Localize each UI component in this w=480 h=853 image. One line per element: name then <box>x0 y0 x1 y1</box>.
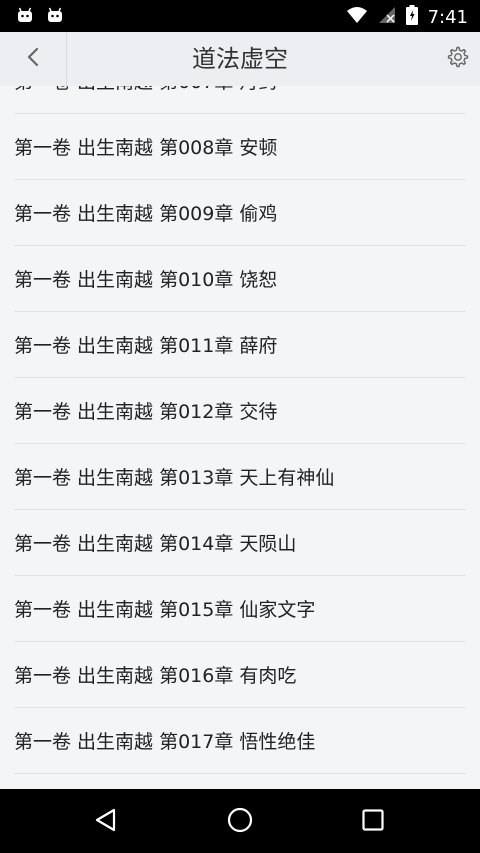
settings-button[interactable] <box>442 43 474 75</box>
triangle-back-icon <box>93 807 119 837</box>
chapter-label: 第一卷 出生南越 第008章 安顿 <box>14 137 278 159</box>
chapter-label: 第一卷 出生南越 第017章 悟性绝佳 <box>14 731 316 753</box>
chapter-label: 第一卷 出生南越 第009章 偷鸡 <box>14 203 278 225</box>
chapter-label: 第一卷 出生南越 第012章 交待 <box>14 401 278 423</box>
chapter-label: 第一卷 出生南越 第015章 仙家文字 <box>14 599 316 621</box>
android-notification-icon <box>16 6 34 28</box>
signal-icon <box>378 6 396 28</box>
chapter-item[interactable]: 第一卷 出生南越 第016章 有肉吃 <box>14 642 466 708</box>
chapter-label: 第一卷 出生南越 第013章 天上有神仙 <box>14 467 335 489</box>
home-nav-button[interactable] <box>223 805 257 839</box>
chapter-label: 第一卷 出生南越 第016章 有肉吃 <box>14 665 297 687</box>
status-time: 7:41 <box>427 6 468 28</box>
chapter-item[interactable]: 第一卷 出生南越 第010章 饶恕 <box>14 246 466 312</box>
chapter-item[interactable]: 第一卷 出生南越 第007章 丹药 <box>14 86 466 114</box>
page-title: 道法虚空 <box>192 45 288 73</box>
battery-icon <box>405 5 418 29</box>
chapter-list[interactable]: 第一卷 出生南越 第007章 丹药 第一卷 出生南越 第008章 安顿 第一卷 … <box>0 86 480 789</box>
chapter-label: 第一卷 出生南越 第007章 丹药 <box>14 86 277 94</box>
chapter-item[interactable]: 第一卷 出生南越 第011章 薛府 <box>14 312 466 378</box>
android-notification-icon <box>46 6 64 28</box>
chapter-item[interactable]: 第一卷 出生南越 第013章 天上有神仙 <box>14 444 466 510</box>
chapter-item[interactable]: 第一卷 出生南越 第017章 悟性绝佳 <box>14 708 466 774</box>
gear-icon <box>446 45 470 73</box>
status-bar: 7:41 <box>0 0 480 32</box>
square-recents-icon <box>361 808 385 836</box>
chevron-left-icon <box>26 47 40 71</box>
back-button[interactable] <box>0 32 67 86</box>
chapter-item[interactable]: 第一卷 出生南越 第015章 仙家文字 <box>14 576 466 642</box>
chapter-item[interactable]: 第一卷 出生南越 第014章 天陨山 <box>14 510 466 576</box>
back-nav-button[interactable] <box>89 805 123 839</box>
chapter-label: 第一卷 出生南越 第014章 天陨山 <box>14 533 297 555</box>
app-bar: 道法虚空 <box>0 32 480 87</box>
chapter-label: 第一卷 出生南越 第010章 饶恕 <box>14 269 278 291</box>
chapter-item[interactable]: 第一卷 出生南越 第008章 安顿 <box>14 114 466 180</box>
chapter-item[interactable]: 第一卷 出生南越 第009章 偷鸡 <box>14 180 466 246</box>
navigation-bar <box>0 789 480 853</box>
wifi-icon <box>346 6 368 28</box>
chapter-label: 第一卷 出生南越 第011章 薛府 <box>14 335 278 357</box>
chapter-item[interactable]: 第一卷 出生南越 第012章 交待 <box>14 378 466 444</box>
circle-home-icon <box>226 806 254 838</box>
recents-nav-button[interactable] <box>356 805 390 839</box>
